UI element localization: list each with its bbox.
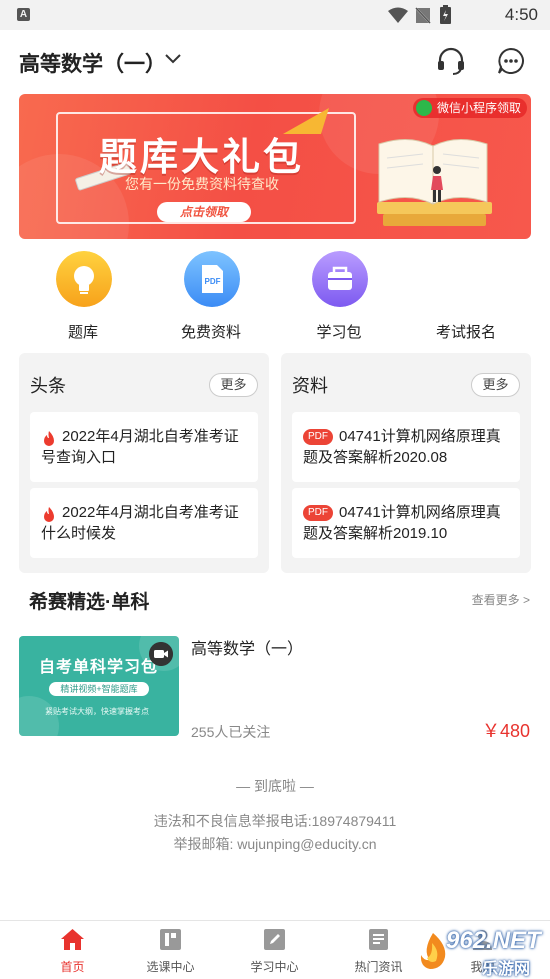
- material-item[interactable]: PDF 04741计算机网络原理真题及答案解析2020.08: [292, 412, 520, 482]
- quick-nav-free-materials[interactable]: PDF 免费资料: [147, 246, 275, 344]
- thumb-subtitle: 紧贴考试大纲，快速掌握考点: [45, 707, 149, 716]
- headset-icon[interactable]: [435, 45, 467, 77]
- news-icon: [369, 929, 388, 950]
- tab-label: 学习中心: [250, 960, 299, 974]
- video-camera-icon: [149, 642, 173, 666]
- pdf-icon: PDF: [184, 251, 240, 307]
- headline-item[interactable]: 2022年4月湖北自考准考证什么时候发: [30, 488, 258, 558]
- app-header: 高等数学（一）: [0, 30, 550, 92]
- quick-nav-label: 免费资料: [180, 324, 241, 341]
- headlines-title: 头条: [30, 376, 66, 396]
- headlines-more-button[interactable]: 更多: [209, 373, 258, 397]
- report-email: 举报邮箱: wujunping@educity.cn: [173, 836, 377, 852]
- report-phone: 违法和不良信息举报电话:18974879411: [153, 813, 397, 829]
- material-item[interactable]: PDF 04741计算机网络原理真题及答案解析2019.10: [292, 488, 520, 558]
- thumb-title: 自考单科学习包: [39, 659, 159, 676]
- headline-item[interactable]: 2022年4月湖北自考准考证号查询入口: [30, 412, 258, 482]
- claim-button[interactable]: 点击领取: [157, 202, 251, 222]
- subject-title[interactable]: 高等数学（一）: [19, 48, 166, 78]
- watermark-sub: 乐游网: [482, 961, 531, 978]
- materials-card: 资料 更多 PDF 04741计算机网络原理真题及答案解析2020.08 PDF…: [281, 353, 531, 573]
- materials-more-button[interactable]: 更多: [471, 373, 520, 397]
- course-title[interactable]: 高等数学（一）: [191, 635, 303, 659]
- material-text: 04741计算机网络原理真题及答案解析2019.10: [303, 504, 501, 542]
- chevron-down-icon[interactable]: [164, 53, 182, 65]
- quick-nav-label: 考试报名: [435, 324, 496, 341]
- wechat-tag-label: 微信小程序领取: [436, 101, 521, 115]
- quick-nav: 题库 PDF 免费资料 学习包 考试报名: [0, 246, 550, 344]
- watermark-brand: 962.NET: [446, 927, 541, 954]
- clock: 4:50: [504, 5, 538, 24]
- course-price: ￥480: [481, 721, 530, 741]
- wifi-icon: [388, 7, 408, 23]
- watermark-logo-icon: [420, 933, 446, 969]
- quick-nav-label: 学习包: [316, 324, 362, 341]
- tab-label: 选课中心: [146, 960, 195, 974]
- site-watermark: 962.NET 乐游网: [412, 925, 550, 979]
- chat-icon[interactable]: [495, 45, 527, 77]
- material-text: 04741计算机网络原理真题及答案解析2020.08: [303, 428, 501, 466]
- headline-text: 2022年4月湖北自考准考证号查询入口: [41, 428, 239, 466]
- quick-nav-label: 题库: [67, 324, 98, 341]
- course-followers: 255人已关注: [191, 724, 271, 740]
- quick-nav-study-pack[interactable]: 学习包: [275, 246, 403, 344]
- tab-course-center[interactable]: 选课中心: [118, 921, 223, 979]
- featured-section-title: 希赛精选·单科: [29, 592, 150, 613]
- tab-label: 首页: [60, 960, 85, 974]
- course-thumbnail[interactable]: 自考单科学习包 精讲视频+智能题库 紧贴考试大纲，快速掌握考点: [19, 636, 179, 736]
- tab-study-center[interactable]: 学习中心: [222, 921, 327, 979]
- pencil-icon: [264, 929, 285, 950]
- bag-icon: [312, 251, 368, 307]
- wechat-miniprogram-tag[interactable]: 微信小程序领取: [412, 98, 527, 118]
- thumb-pill: 精讲视频+智能题库: [49, 682, 149, 696]
- featured-more-link[interactable]: 查看更多 >: [472, 591, 530, 608]
- end-of-list-text: — 到底啦 —: [236, 778, 314, 794]
- quick-nav-exam-registration[interactable]: 考试报名: [402, 246, 530, 344]
- status-icons: [388, 5, 451, 25]
- headline-text: 2022年4月湖北自考准考证什么时候发: [41, 504, 239, 542]
- lightbulb-icon: [56, 251, 112, 307]
- tab-home[interactable]: 首页: [20, 921, 125, 979]
- promo-banner[interactable]: 题库大礼包 您有一份免费资料待查收 点击领取 微信小程序领取: [19, 94, 531, 239]
- open-book-illustration: [377, 139, 492, 226]
- headlines-card: 头条 更多 2022年4月湖北自考准考证号查询入口 2022年4月湖北自考准考证…: [19, 353, 269, 573]
- banner-subtitle: 您有一份免费资料待查收: [125, 176, 279, 192]
- home-icon: [61, 929, 84, 950]
- app-notification-icon: A: [17, 8, 30, 21]
- banner-title: 题库大礼包: [99, 137, 305, 179]
- status-bar: A 4:50: [0, 0, 550, 30]
- svg-text:PDF: PDF: [205, 277, 221, 286]
- course-icon: [160, 929, 181, 950]
- materials-title: 资料: [292, 376, 328, 396]
- wechat-icon: [415, 100, 432, 116]
- quick-nav-question-bank[interactable]: 题库: [19, 246, 147, 344]
